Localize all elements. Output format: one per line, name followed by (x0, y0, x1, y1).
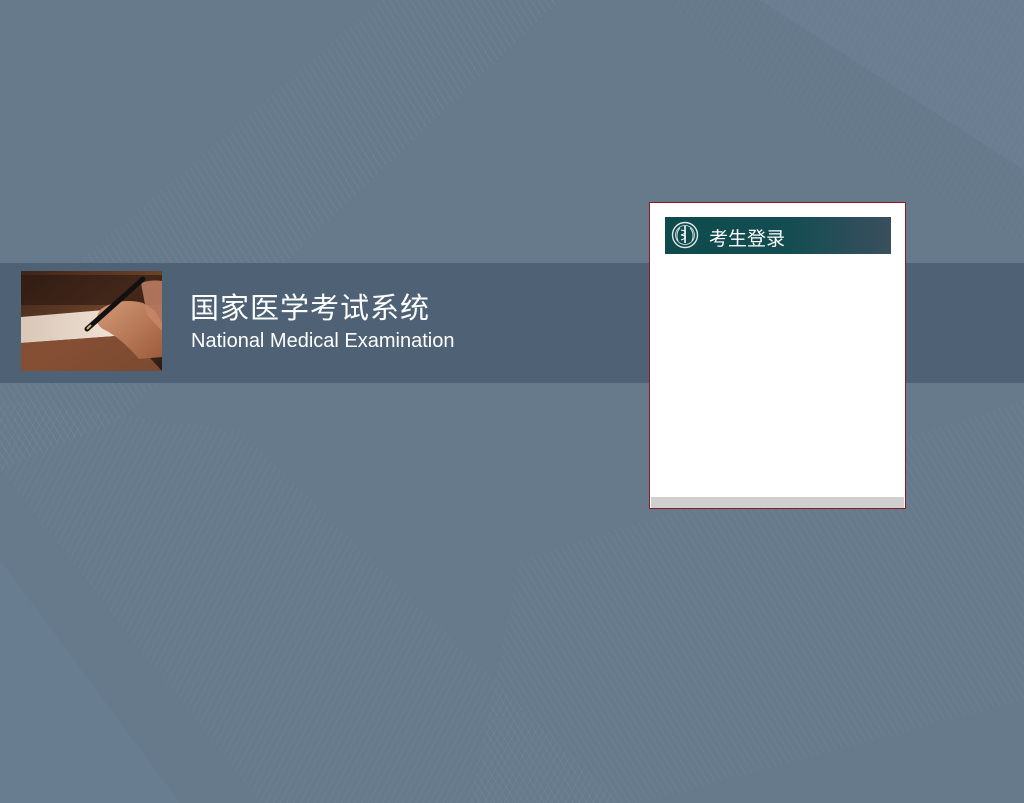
login-panel-footer (651, 497, 904, 508)
login-page: 国家医学考试系统 National Medical Examination 考生… (0, 0, 1024, 803)
login-title: 考生登录 (709, 228, 786, 250)
login-panel: 考生登录 (649, 202, 906, 509)
login-header: 考生登录 (665, 217, 891, 254)
system-subtitle: National Medical Examination (191, 330, 455, 352)
medical-emblem-icon (671, 221, 699, 249)
system-title: 国家医学考试系统 (190, 291, 431, 325)
hand-writing-with-pen-image (21, 271, 162, 371)
